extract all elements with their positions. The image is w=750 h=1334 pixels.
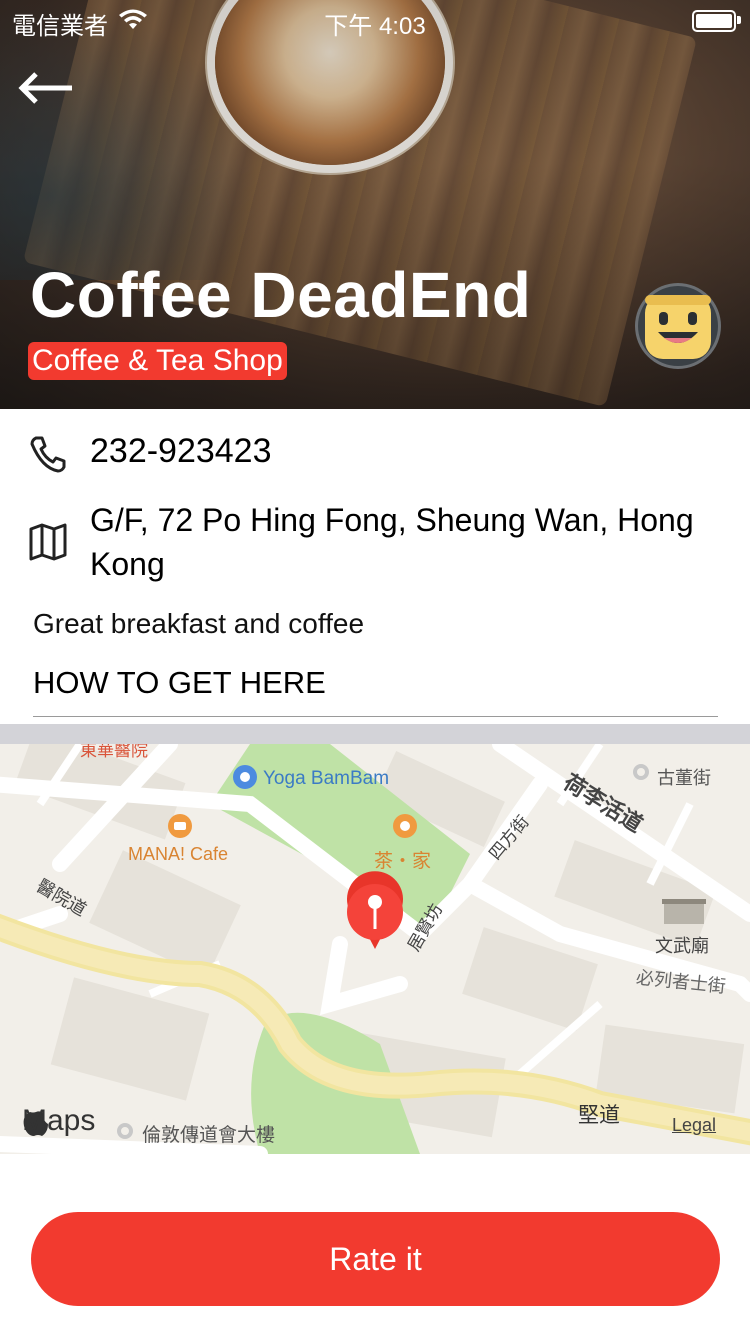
map-label-poi[interactable]: Yoga BamBam — [263, 768, 389, 790]
map-label: 倫敦傳道會大樓 — [142, 1125, 276, 1146]
description: Great breakfast and coffee — [33, 608, 365, 639]
back-arrow-icon[interactable] — [16, 68, 76, 108]
street-label: 堅道 — [578, 1104, 620, 1127]
status-bar: 電信業者 下午 4:03 — [0, 0, 750, 40]
map-view[interactable]: 東華醫院 Yoga BamBam MANA! Cafe 茶・家 古董街 文武廟 … — [0, 744, 750, 1154]
section-heading: HOW TO GET HERE — [33, 665, 326, 700]
battery-tip — [737, 16, 741, 24]
clock: 下午 4:03 — [324, 13, 426, 40]
phone-icon — [30, 436, 66, 473]
maps-logo: Maps — [22, 1104, 96, 1137]
map-label: 東華醫院 — [80, 744, 148, 760]
phone-number[interactable]: 232-923423 — [90, 432, 272, 471]
divider — [33, 716, 718, 717]
map-label-poi[interactable]: 茶・家 — [374, 846, 431, 873]
smiley-avatar-icon[interactable] — [634, 282, 722, 370]
legal-link[interactable]: Legal — [672, 1115, 716, 1136]
location-pin — [347, 871, 403, 949]
section-separator — [0, 724, 750, 744]
map-label-poi[interactable]: MANA! Cafe — [128, 844, 228, 865]
rate-button[interactable]: Rate it — [31, 1212, 720, 1306]
battery-icon — [692, 10, 736, 32]
map-icon — [29, 523, 67, 561]
place-title: Coffee DeadEnd — [30, 259, 532, 331]
map-label: 古董街 — [657, 768, 711, 788]
address[interactable]: G/F, 72 Po Hing Fong, Sheung Wan, Hong K… — [90, 498, 720, 586]
map-label-poi[interactable]: 文武廟 — [655, 932, 709, 958]
category-badge: Coffee & Tea Shop — [28, 342, 287, 380]
